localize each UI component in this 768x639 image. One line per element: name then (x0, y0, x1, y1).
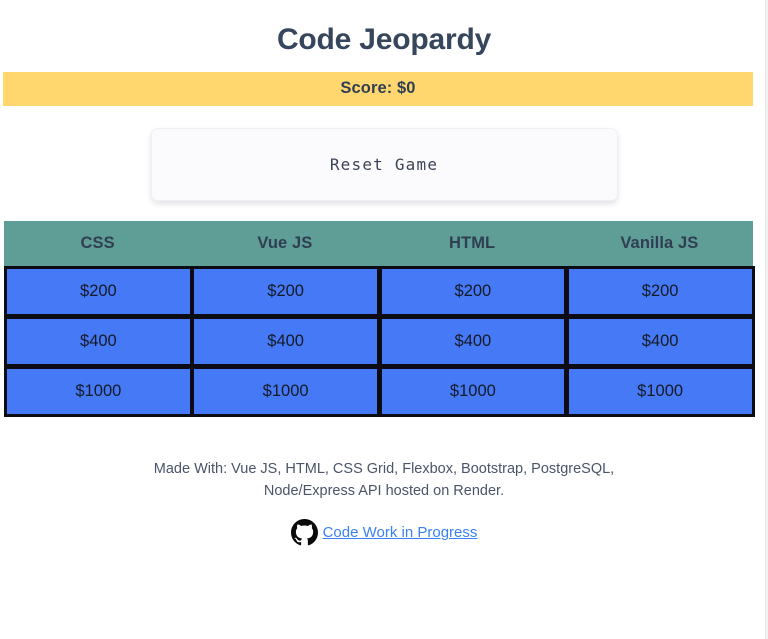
category-vue-js: Vue JS (257, 233, 313, 252)
made-with-text: Made With: Vue JS, HTML, CSS Grid, Flexb… (153, 460, 615, 499)
category-html: HTML (449, 233, 496, 252)
clue-tile[interactable]: $200 (565, 265, 755, 317)
page-title: Code Jeopardy (276, 23, 492, 56)
clue-tile[interactable]: $200 (4, 265, 193, 317)
category-css: CSS (80, 233, 115, 252)
score-value: Score: $0 (340, 79, 416, 97)
reset-game-button[interactable]: Reset Game (150, 127, 618, 201)
clue-tile[interactable]: $1000 (191, 365, 380, 417)
repo-link[interactable]: Code Work in Progress (323, 524, 478, 541)
clue-tile[interactable]: $1000 (4, 365, 193, 417)
score-banner: Score: $0 (3, 71, 753, 106)
repo-link-row[interactable]: Code Work in Progress (0, 519, 768, 546)
clue-tile[interactable]: $200 (378, 265, 568, 317)
reset-button-container: Reset Game (0, 127, 768, 201)
jeopardy-board: CSS Vue JS HTML Vanilla JS $200 $200 $20… (4, 220, 755, 417)
clue-tile[interactable]: $400 (4, 315, 193, 367)
clue-tile[interactable]: $400 (565, 315, 755, 367)
category-vanilla-js: Vanilla JS (620, 233, 699, 252)
clue-tile[interactable]: $1000 (378, 365, 568, 417)
page-footer: Made With: Vue JS, HTML, CSS Grid, Flexb… (0, 458, 768, 547)
reset-game-label: Reset Game (329, 154, 439, 174)
github-icon (290, 519, 318, 546)
clue-grid: $200 $200 $200 $200 $400 $400 $400 $400 … (4, 265, 755, 417)
app-root: Code Jeopardy Score: $0 Reset Game CSS V… (0, 0, 768, 639)
clue-tile[interactable]: $400 (191, 315, 380, 367)
clue-tile[interactable]: $200 (191, 265, 380, 317)
clue-tile[interactable]: $400 (378, 315, 568, 367)
clue-tile[interactable]: $1000 (565, 365, 755, 417)
category-header-row: CSS Vue JS HTML Vanilla JS (4, 220, 753, 266)
